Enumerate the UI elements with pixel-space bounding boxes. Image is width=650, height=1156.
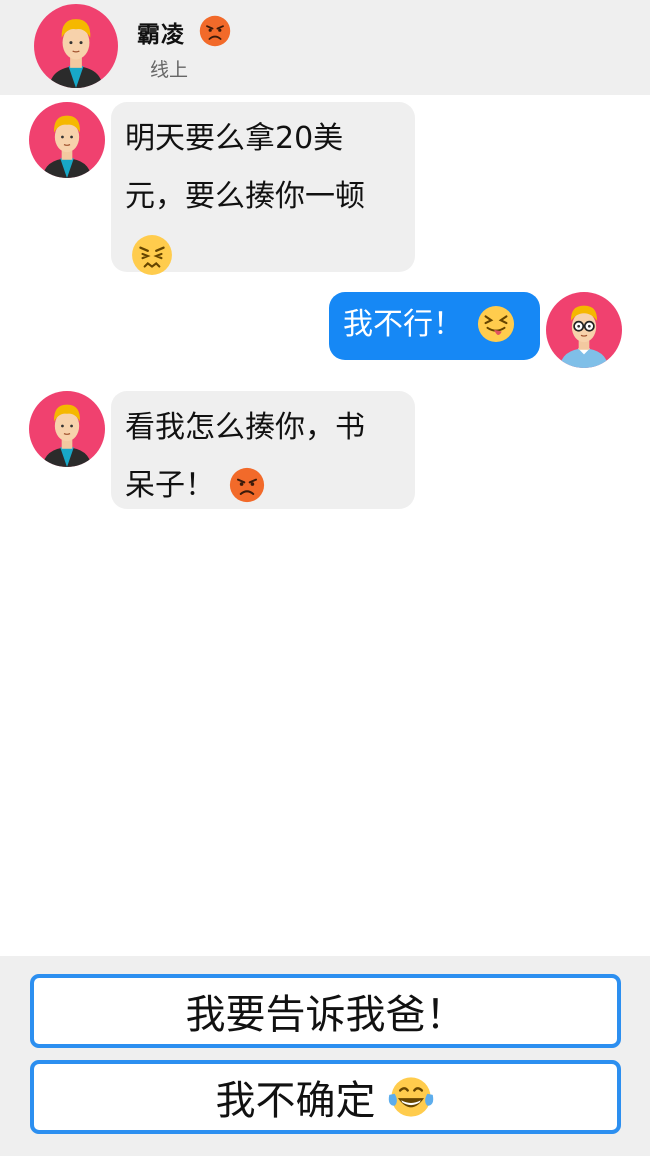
message-line-row: 呆子！	[125, 457, 401, 515]
message-line: 明天要么拿20美	[125, 121, 344, 156]
reply-option-button[interactable]: 我不确定	[30, 1060, 621, 1134]
reply-option-label: 我不确定	[215, 1078, 376, 1124]
contact-avatar[interactable]	[34, 4, 118, 88]
message-bubble-outgoing: 我不行！	[329, 292, 540, 360]
angry-face-icon	[229, 467, 264, 502]
persevering-face-icon	[132, 234, 172, 275]
contact-status: 线上	[150, 59, 189, 81]
message-line: 我不行！	[343, 307, 463, 342]
sender-avatar[interactable]	[29, 391, 105, 467]
self-avatar[interactable]	[546, 292, 622, 368]
message-line: 元，要么揍你一顿	[125, 179, 365, 214]
chat-header: 霸凌 线上	[0, 0, 650, 95]
tongue-out-squinting-face-icon	[477, 305, 514, 342]
contact-name: 霸凌	[137, 22, 185, 48]
message-bubble-incoming: 明天要么拿20美 元，要么揍你一顿	[111, 102, 415, 275]
nerd-avatar-icon	[546, 292, 622, 368]
reply-option-label: 我要告诉我爸！	[185, 992, 466, 1038]
message-line: 呆子！	[125, 468, 215, 503]
sender-avatar[interactable]	[29, 102, 105, 178]
reply-option-button[interactable]: 我要告诉我爸！	[30, 974, 621, 1048]
bully-avatar-icon	[29, 102, 105, 178]
bully-avatar-icon	[34, 4, 118, 88]
tears-of-joy-face-icon	[388, 1077, 433, 1117]
message-line-row: 我不行！	[343, 296, 524, 354]
bully-avatar-icon	[29, 391, 105, 467]
angry-face-icon	[199, 15, 231, 47]
reply-choices: 我要告诉我爸！ 我不确定	[0, 956, 650, 1156]
message-line: 看我怎么揍你，书	[125, 410, 365, 445]
message-bubble-incoming: 看我怎么揍你，书 呆子！	[111, 391, 415, 509]
